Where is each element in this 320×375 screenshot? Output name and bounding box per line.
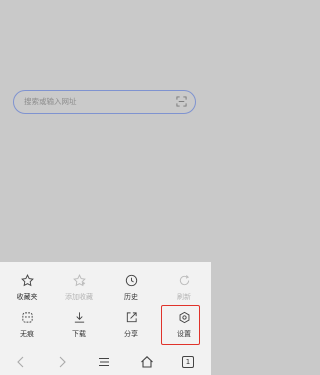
tabs-icon[interactable]: 1 (182, 356, 194, 368)
menu-item-favorites[interactable]: 收藏夹 (1, 270, 53, 310)
bottom-nav-bar: 1 (0, 349, 211, 375)
settings-highlight-box (161, 305, 200, 345)
menu-item-label: 无痕 (20, 330, 34, 338)
menu-item-label: 收藏夹 (16, 293, 38, 301)
search-placeholder: 搜索或输入网址 (24, 97, 77, 106)
menu-item-label: 分享 (124, 330, 138, 338)
menu-icon[interactable] (97, 355, 111, 369)
menu-item-download[interactable]: 下载 (53, 307, 105, 347)
menu-item-label: 历史 (124, 293, 138, 301)
clock-icon (125, 274, 138, 287)
back-icon[interactable] (14, 355, 28, 369)
forward-icon[interactable] (55, 355, 69, 369)
menu-item-label: 下载 (72, 330, 86, 338)
refresh-icon (179, 275, 190, 286)
share-icon (126, 312, 137, 323)
menu-item-add-favorite[interactable]: 添加收藏 (53, 270, 105, 310)
star-icon (21, 274, 34, 287)
menu-item-share[interactable]: 分享 (105, 307, 157, 347)
search-bar[interactable]: 搜索或输入网址 (13, 90, 196, 114)
page-overlay[interactable] (0, 0, 211, 262)
menu-item-history[interactable]: 历史 (105, 270, 157, 310)
menu-item-refresh[interactable]: 刷新 (158, 270, 210, 310)
star-add-icon (73, 274, 86, 287)
menu-item-label: 刷新 (177, 293, 191, 301)
scan-icon[interactable] (176, 96, 187, 107)
incognito-icon (22, 312, 33, 323)
download-icon (74, 312, 85, 323)
menu-item-incognito[interactable]: 无痕 (1, 307, 53, 347)
home-icon[interactable] (140, 355, 154, 369)
menu-item-label: 添加收藏 (65, 293, 93, 301)
tab-count: 1 (185, 358, 191, 366)
